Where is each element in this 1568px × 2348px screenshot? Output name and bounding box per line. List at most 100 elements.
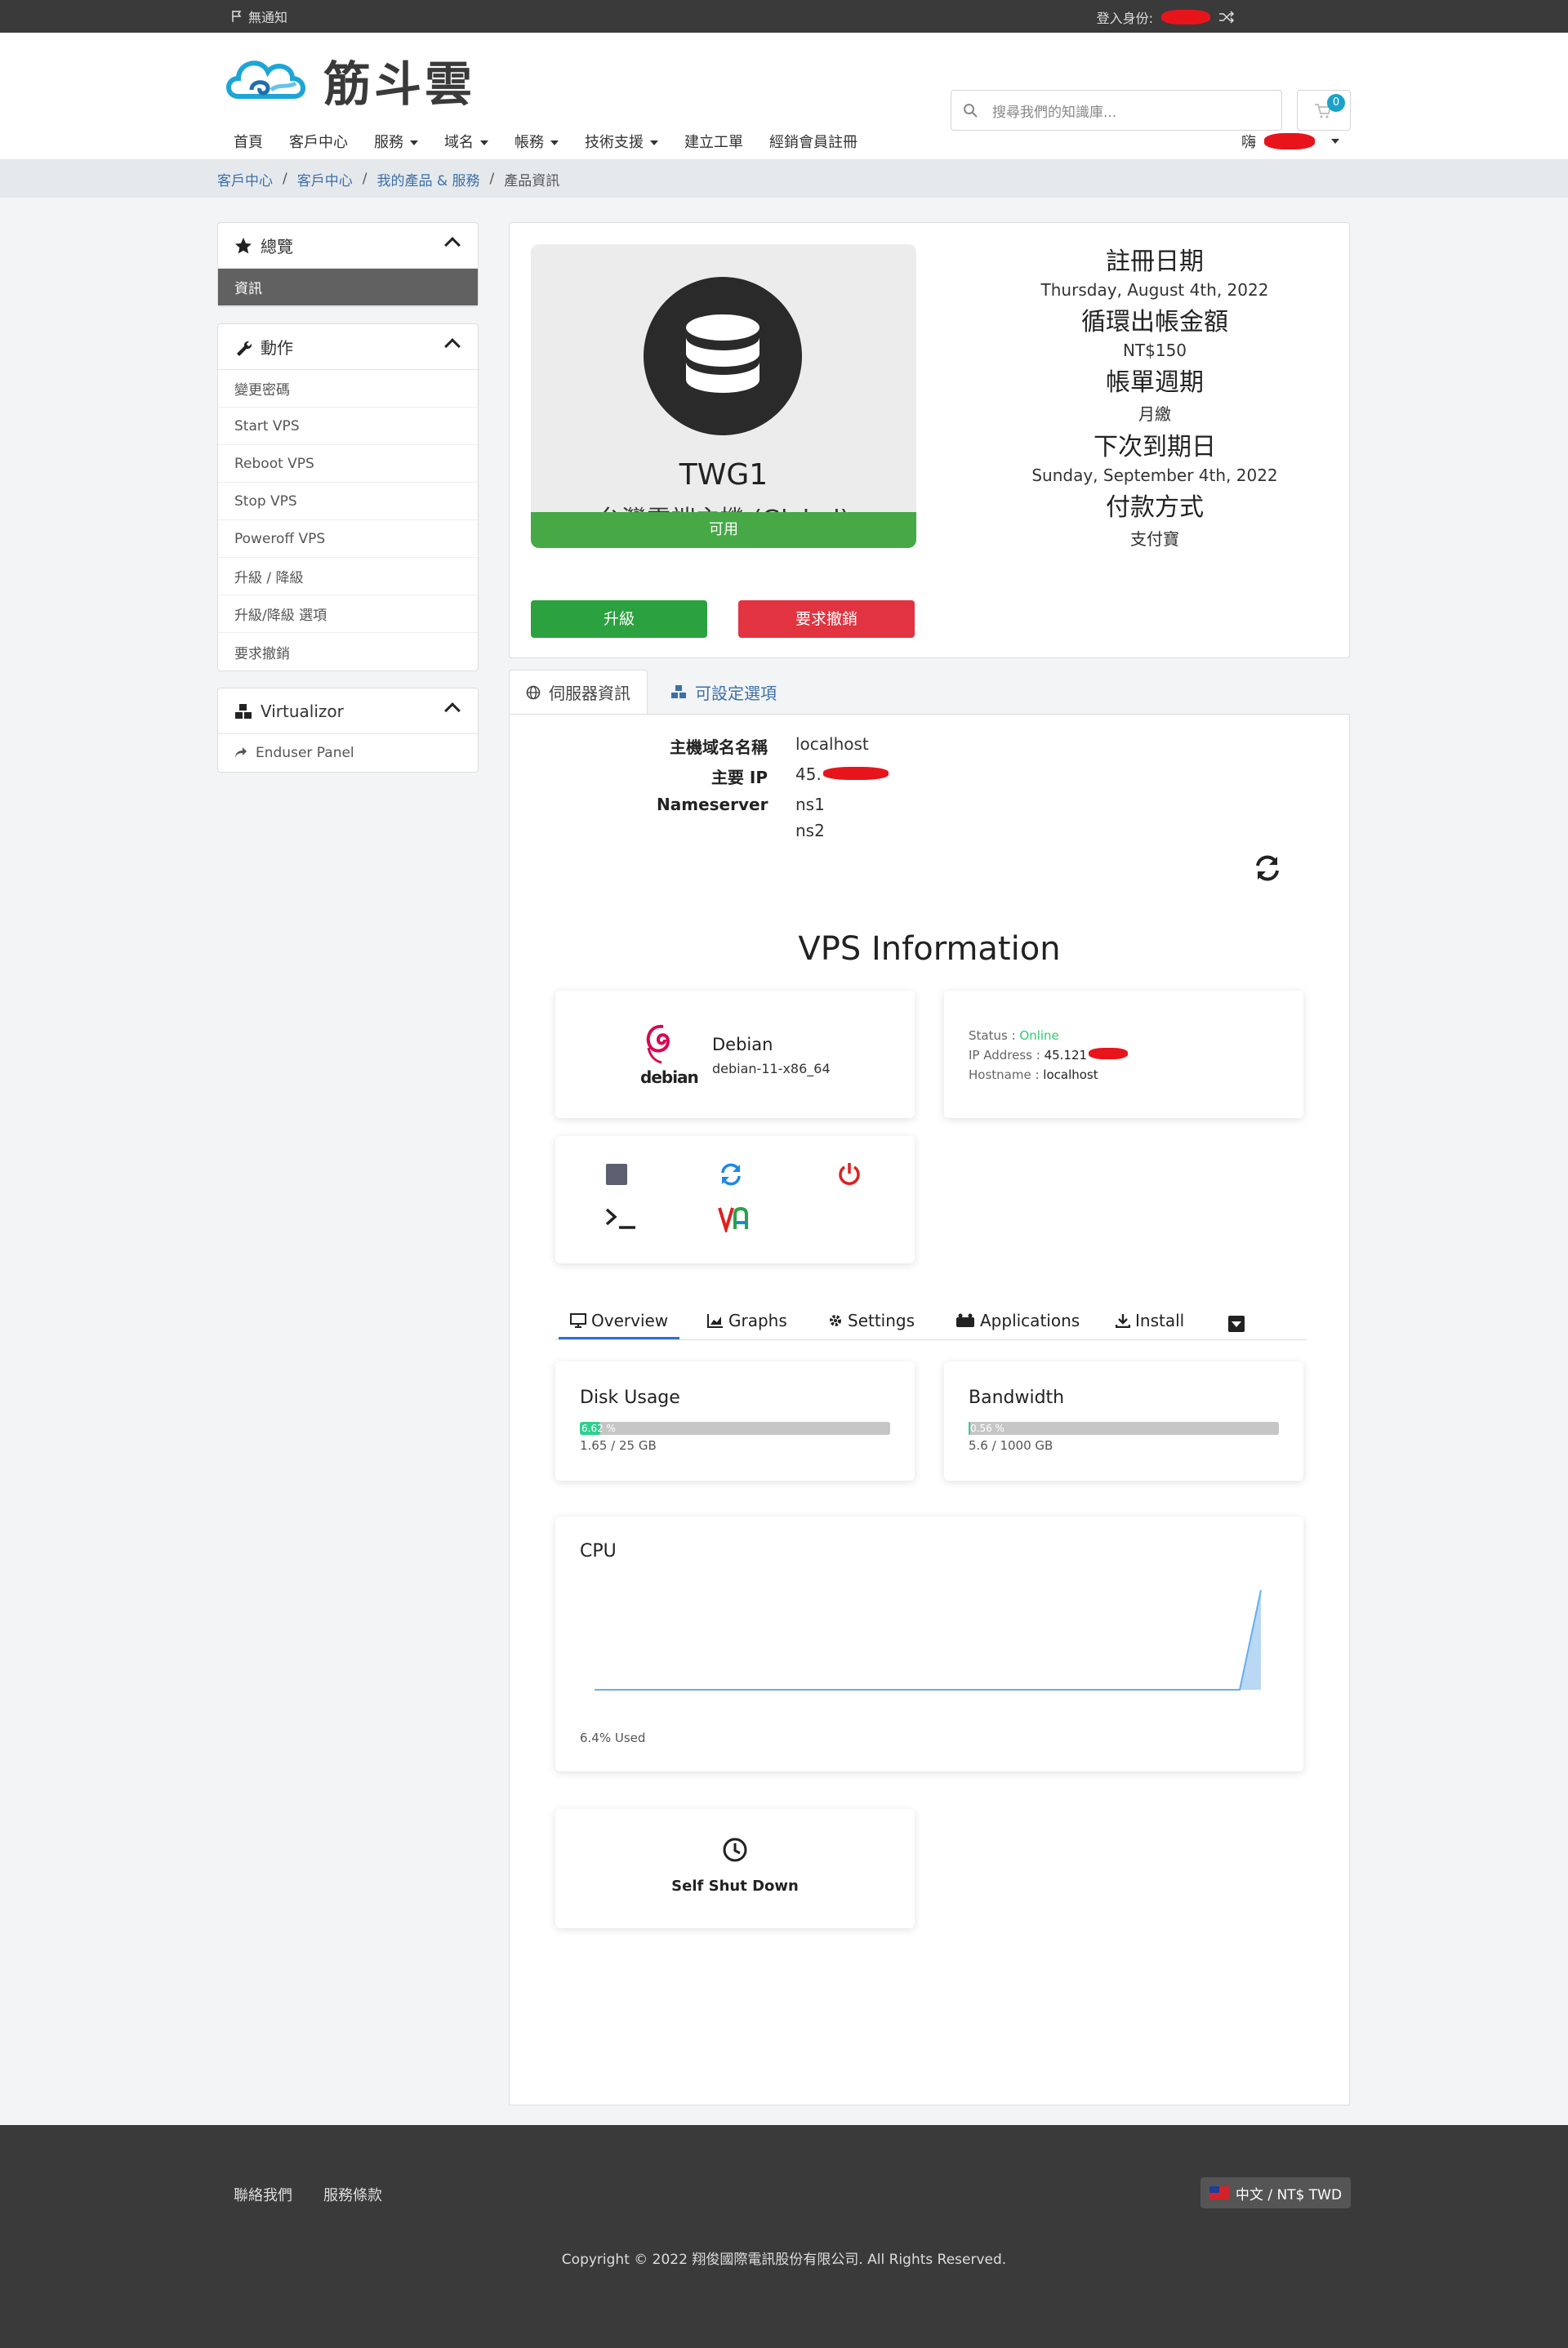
user-greeting: 嗨	[1241, 134, 1256, 151]
sidebar-item-poweroff-vps[interactable]: Poweroff VPS	[218, 520, 478, 558]
sidebar-item-upgrade-options[interactable]: 升級/降級 選項	[218, 595, 478, 633]
shuffle-icon[interactable]	[1218, 11, 1235, 24]
language-currency-button[interactable]: 中文 / NT$ TWD	[1200, 2177, 1351, 2208]
tab-server-info[interactable]: 伺服器資訊	[509, 670, 648, 714]
redacted-ip	[822, 767, 889, 780]
redacted-username	[1161, 10, 1210, 25]
tab-config-options[interactable]: 可設定選項	[654, 670, 793, 714]
sidebar-item-change-password[interactable]: 變更密碼	[218, 370, 478, 408]
notification-toggle[interactable]: 無通知	[230, 7, 287, 26]
payment-method-label: 付款方式	[1106, 493, 1204, 522]
knowledgebase-search[interactable]: 搜尋我們的知識庫...	[951, 90, 1282, 131]
cpu-card: CPU 6.4% Used	[555, 1517, 1303, 1771]
self-shutdown-label: Self Shut Down	[671, 1878, 799, 1895]
payment-method-value: 支付寶	[1130, 529, 1179, 549]
nav-client-area[interactable]: 客戶中心	[289, 131, 348, 152]
breadcrumb-client-area-2[interactable]: 客戶中心	[297, 169, 353, 189]
gear-icon	[830, 1315, 841, 1326]
main-content: TWG1 台灣雲端主機 (Global) 可用 升級 要求撤銷 註冊日期 Thu…	[509, 222, 1350, 2105]
sidebar-item-start-vps[interactable]: Start VPS	[218, 408, 478, 445]
nav-services[interactable]: 服務	[374, 131, 418, 152]
primary-ip-row: 45.	[795, 764, 926, 788]
vnc-icon[interactable]	[717, 1205, 750, 1232]
recurring-amount-value: NT$150	[1122, 341, 1187, 360]
vps-tabs: Overview Graphs Settings Applications In…	[555, 1303, 1307, 1340]
sidebar-item-request-cancel[interactable]: 要求撤銷	[218, 633, 478, 671]
footer-contact-link[interactable]: 聯絡我們	[234, 2184, 292, 2205]
footer-terms-link[interactable]: 服務條款	[323, 2184, 382, 2205]
product-icon-circle	[644, 277, 802, 435]
sidebar-overview: 總覽 資訊	[217, 222, 479, 307]
nav-open-ticket[interactable]: 建立工單	[684, 131, 743, 152]
nav-support[interactable]: 技術支援	[585, 131, 658, 152]
chevron-up-icon	[444, 702, 461, 719]
tab-install-label: Install	[1135, 1311, 1185, 1330]
sidebar-overview-header[interactable]: 總覽	[218, 223, 478, 269]
tab-install[interactable]: Install	[1116, 1311, 1184, 1330]
tab-graphs[interactable]: Graphs	[707, 1311, 787, 1330]
cubes-icon	[235, 703, 252, 719]
disk-usage-card: Disk Usage 6.62 % 1.65 / 25 GB	[555, 1361, 915, 1481]
nameserver-label: Nameserver	[657, 795, 768, 814]
copyright-text: Copyright © 2022 翔俊國際電訊股份有限公司. All Right…	[561, 2252, 1007, 2268]
breadcrumb-client-area[interactable]: 客戶中心	[217, 169, 273, 189]
sidebar-virtualizor-header[interactable]: Virtualizor	[218, 688, 478, 734]
sidebar-virtualizor: Virtualizor Enduser Panel	[217, 688, 479, 773]
notification-label: 無通知	[248, 10, 288, 25]
tab-applications[interactable]: Applications	[956, 1311, 1080, 1330]
apps-icon	[956, 1313, 974, 1327]
more-tabs-dropdown[interactable]	[1228, 1316, 1245, 1332]
vps-info-title: VPS Information	[798, 930, 1061, 968]
sidebar-actions-header[interactable]: 動作	[218, 324, 478, 370]
status-row: Status : Online	[969, 1028, 1059, 1043]
debian-logo-icon	[646, 1024, 670, 1064]
self-shutdown-card[interactable]: Self Shut Down	[555, 1809, 915, 1928]
power-icon[interactable]	[836, 1161, 862, 1187]
refresh-icon[interactable]	[1253, 853, 1282, 883]
disk-usage-bar: 6.62 %	[580, 1422, 890, 1435]
sidebar-item-enduser-panel[interactable]: Enduser Panel	[218, 734, 478, 772]
sidebar-item-reboot-vps[interactable]: Reboot VPS	[218, 445, 478, 483]
disk-usage-title: Disk Usage	[580, 1388, 680, 1408]
debian-logo-text: debian	[640, 1067, 699, 1087]
breadcrumb-my-services[interactable]: 我的產品 & 服務	[376, 169, 479, 189]
server-info-list: 主機域名名稱 localhost 主要 IP 45. Nameserver ns…	[657, 734, 926, 840]
search-placeholder: 搜尋我們的知識庫...	[992, 104, 1117, 121]
tab-applications-label: Applications	[980, 1311, 1080, 1330]
product-name: TWG1	[679, 458, 768, 492]
chevron-up-icon	[444, 237, 461, 253]
request-cancel-button[interactable]: 要求撤銷	[738, 600, 915, 638]
tab-overview[interactable]: Overview	[558, 1311, 680, 1339]
due-date-value: Sunday, September 4th, 2022	[1031, 466, 1278, 485]
product-summary-card: TWG1 台灣雲端主機 (Global) 可用 升級 要求撤銷 註冊日期 Thu…	[509, 222, 1350, 658]
site-footer: 聯絡我們 服務條款 中文 / NT$ TWD Copyright © 2022 …	[0, 2125, 1568, 2348]
user-menu[interactable]: 嗨	[1241, 131, 1339, 152]
sidebar-item-stop-vps[interactable]: Stop VPS	[218, 483, 478, 520]
flag-icon	[232, 11, 242, 22]
restart-icon[interactable]	[719, 1162, 743, 1187]
reg-date-label: 註冊日期	[1106, 247, 1204, 276]
service-tabs: 伺服器資訊 可設定選項	[509, 670, 1350, 714]
bandwidth-title: Bandwidth	[969, 1388, 1065, 1408]
nav-affiliate[interactable]: 經銷會員註冊	[769, 131, 858, 152]
vps-hostname-value: localhost	[1043, 1067, 1098, 1082]
language-label: 中文 / NT$ TWD	[1235, 2186, 1343, 2203]
upgrade-button[interactable]: 升級	[531, 600, 707, 638]
cart-button[interactable]: 0	[1297, 90, 1351, 131]
cloud-logo-icon	[226, 60, 305, 99]
stop-button[interactable]	[606, 1164, 627, 1185]
sidebar-item-info[interactable]: 資訊	[218, 269, 478, 306]
chevron-down-icon	[1331, 139, 1339, 144]
ip-label: IP Address :	[969, 1048, 1040, 1063]
nav-domains[interactable]: 域名	[444, 131, 488, 152]
nav-billing[interactable]: 帳務	[514, 131, 559, 152]
hostname-row: Hostname : localhost	[969, 1067, 1098, 1082]
brand-logo[interactable]: 筋斗雲	[222, 46, 475, 114]
tab-server-info-label: 伺服器資訊	[549, 684, 630, 703]
sidebar-actions-title: 動作	[261, 338, 293, 358]
redacted-ip-2	[1089, 1048, 1129, 1059]
tab-settings[interactable]: Settings	[828, 1311, 915, 1330]
terminal-icon[interactable]	[604, 1206, 639, 1231]
nav-home[interactable]: 首頁	[234, 131, 263, 152]
sidebar-item-upgrade[interactable]: 升級 / 降級	[218, 558, 478, 595]
